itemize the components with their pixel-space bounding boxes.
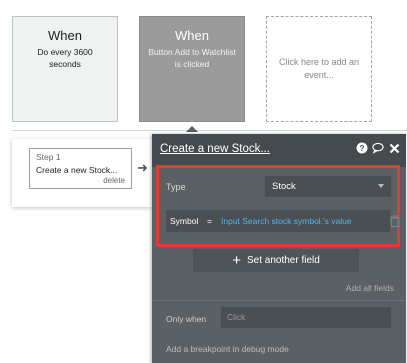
event-title: When	[48, 28, 82, 43]
help-icon[interactable]: ?	[356, 142, 368, 154]
svg-text:?: ?	[360, 144, 365, 153]
step-label: Step 1	[36, 152, 61, 162]
comment-icon[interactable]	[372, 142, 384, 154]
add-event-placeholder[interactable]: Click here to add an event...	[266, 16, 372, 122]
close-icon[interactable]	[388, 142, 400, 154]
header-icons: ?	[356, 142, 400, 154]
event-title: When	[175, 28, 209, 43]
event-card-button-click[interactable]: When Button Add to Watchlist is clicked	[139, 16, 245, 122]
step-delete-link[interactable]: delete	[103, 176, 125, 185]
set-another-field-button[interactable]: + Set another field	[193, 249, 359, 272]
only-when-label: Only when	[166, 314, 207, 324]
action-editor-panel: Create a new Stock... ? Type Stock Symbo…	[152, 134, 406, 363]
field-row-symbol[interactable]: Symbol = Input Search stock symbol.'s va…	[166, 210, 390, 232]
selected-event-pointer	[186, 126, 198, 132]
workflow-canvas: When Do every 3600 seconds When Button A…	[0, 0, 407, 363]
step-panel: Step 1 Create a new Stock... delete	[12, 139, 152, 207]
add-all-fields-link[interactable]: Add all fields	[346, 283, 394, 293]
field-equals: =	[207, 216, 212, 226]
only-when-input[interactable]: Click	[221, 307, 391, 328]
only-when-placeholder: Click	[227, 312, 246, 322]
event-description: Button Add to Watchlist is clicked	[148, 47, 236, 69]
trash-icon[interactable]	[390, 214, 400, 227]
plus-icon: +	[232, 251, 241, 269]
step-name: Create a new Stock...	[36, 165, 118, 175]
event-description: Do every 3600 seconds	[37, 47, 93, 69]
field-key: Symbol	[170, 216, 199, 226]
step-card[interactable]: Step 1 Create a new Stock... delete	[29, 148, 132, 189]
timeline-line	[12, 130, 407, 131]
event-card-recurring[interactable]: When Do every 3600 seconds	[12, 16, 118, 122]
editor-header: Create a new Stock... ?	[152, 134, 406, 167]
arrow-right-icon: ➜	[137, 160, 148, 175]
type-label: Type	[166, 182, 186, 192]
add-event-label: Click here to add an event...	[278, 57, 360, 80]
set-another-field-label: Set another field	[246, 255, 320, 266]
chevron-down-icon	[378, 184, 384, 188]
type-value: Stock	[272, 181, 296, 192]
field-dynamic-value[interactable]: Input Search stock symbol.'s value	[221, 216, 352, 226]
divider	[152, 300, 406, 301]
editor-title[interactable]: Create a new Stock...	[160, 143, 270, 155]
type-dropdown[interactable]: Stock	[265, 176, 391, 197]
debug-breakpoint-toggle[interactable]: Add a breakpoint in debug mode	[166, 344, 289, 354]
